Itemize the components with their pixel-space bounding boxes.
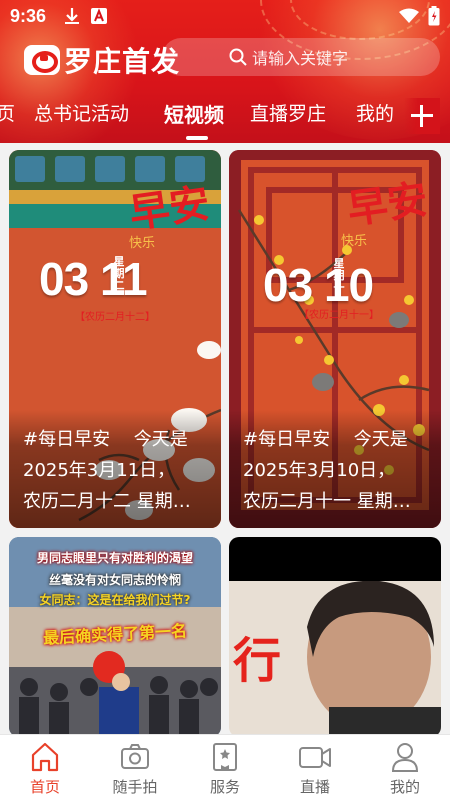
bookmark-icon [213, 743, 237, 771]
video-card[interactable]: 早安 快乐 03 11 星期二 【农历二月十二】 #每日早安 今天是 2025年… [9, 150, 221, 528]
nav-service[interactable]: 服务 [180, 735, 270, 800]
video-card[interactable]: 早安 快乐 03 10 星期一 【农历二月十一】 #每日早安 今天是 2025年… [229, 150, 441, 528]
user-icon [391, 743, 419, 772]
wifi-icon [398, 8, 420, 29]
nav-label: 我的 [389, 778, 420, 796]
caption-line: 2025年3月10日， [243, 460, 396, 481]
banner-line: 男同志眼里只有对胜利的渴望 [36, 551, 193, 565]
nav-profile[interactable]: 我的 [360, 735, 450, 800]
video-caption: #每日早安 今天是 2025年3月11日， 农历二月十二 星期… [9, 410, 221, 528]
status-bar: 9:36 [0, 0, 450, 34]
home-icon [31, 742, 59, 772]
tab-live-luozhuang[interactable]: 直播罗庄 [250, 99, 326, 126]
tab-secretary-activity[interactable]: 总书记活动 [34, 99, 129, 126]
search-input[interactable]: 请输入关键字 [162, 38, 440, 76]
letterbox-bar [229, 537, 441, 581]
search-placeholder: 请输入关键字 [252, 49, 349, 68]
date-display: 03 10 [263, 259, 374, 311]
greeting-sub: 快乐 [129, 236, 156, 251]
bottom-navigation: 首页 随手拍 服务 直播 我的 [0, 734, 450, 800]
nav-home[interactable]: 首页 [0, 735, 90, 800]
video-card[interactable]: 行 [229, 537, 441, 737]
greeting-text: 早安 [126, 179, 213, 238]
nav-live[interactable]: 直播 [270, 735, 360, 800]
battery-icon [428, 6, 440, 31]
banner-line: 丝毫没有对女同志的怜悯 [48, 573, 181, 587]
weekday-label: 星期二 [113, 255, 125, 292]
app-notification-icon [90, 7, 108, 30]
search-icon [228, 47, 248, 71]
banner-line: 女同志：这是在给我们过节? [39, 593, 191, 607]
nav-label: 首页 [29, 778, 60, 796]
app-header: 9:36 罗庄首发 请输入关键字 页 总书记活动 短视频 直播罗庄 我的 [0, 0, 450, 143]
video-icon [299, 747, 331, 768]
tab-mine[interactable]: 我的 [356, 99, 394, 126]
nav-snapshot[interactable]: 随手拍 [90, 735, 180, 800]
greeting-sub: 快乐 [341, 234, 368, 249]
caption-line: #每日早安 今天是 [23, 429, 188, 450]
video-caption: #每日早安 今天是 2025年3月10日， 农历二月十一 星期… [229, 410, 441, 528]
nav-label: 服务 [209, 778, 240, 796]
tab-home[interactable]: 页 [0, 99, 15, 126]
camera-icon [121, 744, 149, 769]
weekday-label: 星期一 [333, 257, 345, 294]
caption-line: 农历二月十二 星期… [23, 491, 191, 512]
status-time: 9:36 [10, 6, 47, 26]
add-channel-button[interactable] [404, 98, 440, 134]
nav-label: 随手拍 [112, 778, 158, 796]
nav-label: 直播 [299, 778, 330, 796]
overlay-text: 行 [233, 633, 282, 689]
logo-icon [24, 45, 60, 75]
active-tab-indicator [186, 136, 208, 140]
caption-line: 2025年3月11日， [23, 460, 176, 481]
date-display: 03 11 [39, 253, 148, 305]
greeting-text: 早安 [344, 175, 431, 234]
download-icon [64, 7, 80, 30]
lunar-date: 【农历二月十一】 [299, 310, 379, 321]
app-logo: 罗庄首发 [24, 42, 180, 78]
video-card[interactable]: 男同志眼里只有对胜利的渴望 丝毫没有对女同志的怜悯 女同志：这是在给我们过节? … [9, 537, 221, 737]
caption-line: #每日早安 今天是 [243, 429, 408, 450]
lunar-date: 【农历二月十二】 [75, 312, 155, 323]
tab-short-video[interactable]: 短视频 [164, 99, 224, 128]
caption-line: 农历二月十一 星期… [243, 491, 411, 512]
channel-tabs: 页 总书记活动 短视频 直播罗庄 我的 [0, 92, 450, 136]
